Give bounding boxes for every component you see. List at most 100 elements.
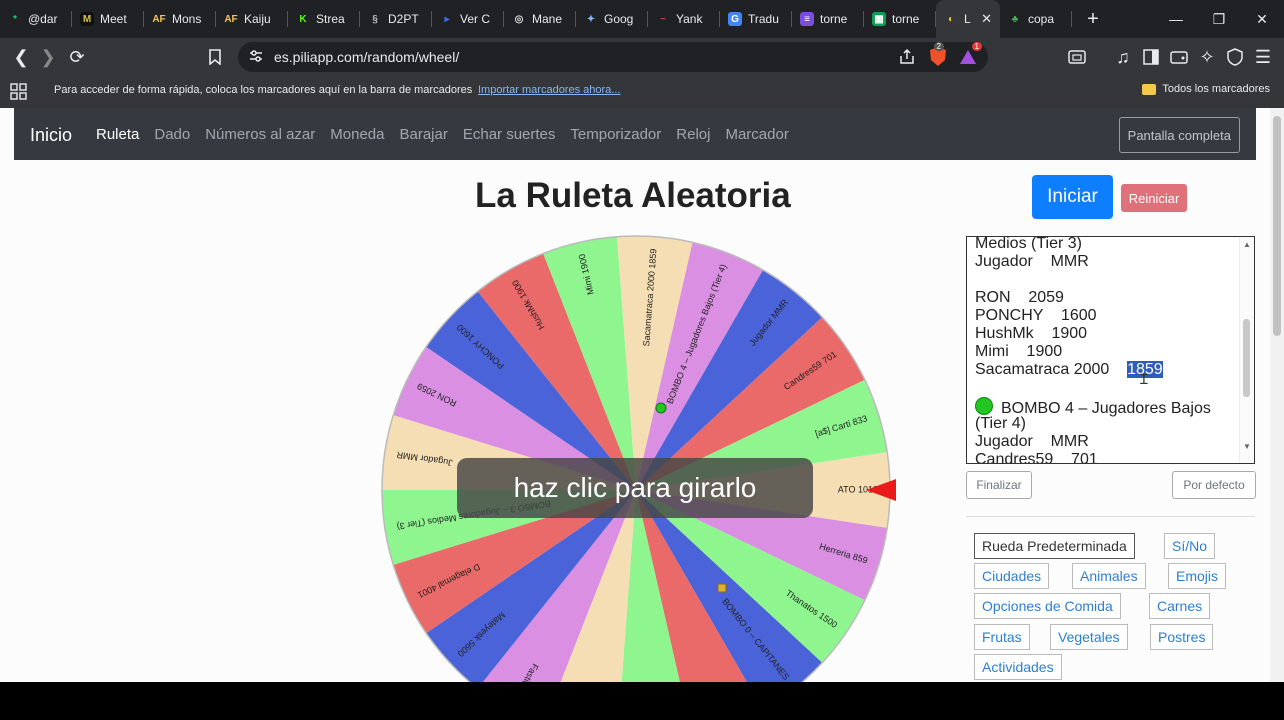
reset-button[interactable]: Reiniciar (1121, 184, 1187, 212)
tab-title: Tradu (748, 12, 779, 26)
finalize-button[interactable]: Finalizar (966, 471, 1032, 499)
nav-link[interactable]: Echar suertes (463, 126, 556, 143)
leo-ai-icon[interactable]: ✧ (1196, 46, 1218, 68)
preset-button[interactable]: Rueda Predeterminada (974, 533, 1135, 559)
reload-icon[interactable]: ⟳ (66, 46, 88, 68)
textarea-scrollbar[interactable]: ▲ ▼ (1239, 237, 1254, 463)
menu-icon[interactable]: ☰ (1252, 46, 1274, 68)
preset-button[interactable]: Vegetales (1050, 624, 1128, 650)
fullscreen-button[interactable]: Pantalla completa (1118, 117, 1240, 153)
nav-link[interactable]: Temporizador (570, 126, 661, 143)
browser-tab[interactable]: K Strea (288, 0, 360, 38)
nav-link[interactable]: Números al azar (205, 126, 315, 143)
browser-tab[interactable]: ~ Yank (648, 0, 720, 38)
entries-textarea[interactable]: Medios (Tier 3) Jugador MMR RON 2059 PONCHY… (966, 236, 1255, 464)
close-tab-icon[interactable]: ✕ (981, 11, 992, 27)
tab-favicon-icon: ~ (660, 13, 666, 25)
browser-tab[interactable]: AF Kaiju (216, 0, 288, 38)
tab-title: copa (1028, 12, 1055, 26)
preset-button[interactable]: Animales (1072, 563, 1146, 589)
entry-line-text: (Tier 4) (975, 415, 1026, 432)
nav-link[interactable]: Barajar (399, 126, 447, 143)
tab-title: Yank (676, 12, 703, 26)
apps-grid-icon[interactable] (10, 83, 27, 105)
entry-line: Jugador MMR (975, 253, 1211, 271)
scroll-up-icon[interactable]: ▲ (1243, 240, 1251, 249)
nav-link[interactable]: Dado (154, 126, 190, 143)
entry-line: (Tier 4) (975, 415, 1211, 433)
tab-strip: * @dar M Meet AF Mons AF Kaiju K Strea § D2PT ▸ Ver C… (0, 0, 1284, 38)
preset-button[interactable]: Frutas (974, 624, 1030, 650)
entries-text: Medios (Tier 3) Jugador MMR RON 2059 PONCHY… (975, 237, 1211, 463)
preset-button[interactable]: Carnes (1149, 593, 1211, 619)
nav-link[interactable]: Ruleta (96, 126, 139, 143)
sidebar-icon[interactable] (1140, 46, 1162, 68)
music-icon[interactable]: ♫ (1112, 46, 1134, 68)
start-button[interactable]: Iniciar (1032, 175, 1113, 219)
close-window-button[interactable]: ✕ (1242, 0, 1282, 38)
section-divider (966, 516, 1255, 517)
tab-title: Meet (100, 12, 127, 26)
nav-link[interactable]: Marcador (725, 126, 788, 143)
address-bar[interactable]: es.piliapp.com/random/wheel/ 2 1 (238, 42, 988, 72)
page-scrollbar[interactable] (1270, 108, 1284, 682)
tab-favicon-icon: ◐ (947, 13, 955, 25)
maximize-button[interactable]: ❐ (1199, 0, 1239, 38)
nav-link[interactable]: Moneda (330, 126, 384, 143)
textarea-scroll-thumb[interactable] (1243, 319, 1250, 397)
new-tab-button[interactable]: + (1082, 8, 1104, 31)
preset-button[interactable]: Opciones de Comida (974, 593, 1121, 619)
forward-arrow-icon[interactable]: ❯ (37, 46, 59, 68)
import-bookmarks-link[interactable]: Importar marcadores ahora... (478, 84, 620, 96)
bookmarks-bar: Para acceder de forma rápida, coloca los… (0, 76, 1284, 109)
spin-hint-overlay[interactable]: haz clic para girarlo (457, 458, 813, 518)
site-brand-link[interactable]: Inicio (30, 125, 72, 146)
share-icon[interactable] (898, 48, 916, 71)
preset-button[interactable]: Postres (1150, 624, 1214, 650)
back-arrow-icon[interactable]: ❮ (10, 46, 32, 68)
tab-search-icon[interactable] (1066, 46, 1088, 68)
page-scroll-thumb[interactable] (1273, 116, 1281, 336)
tab-title: @dar (28, 12, 58, 26)
preset-button[interactable]: Ciudades (974, 563, 1050, 589)
vpn-icon[interactable] (1224, 46, 1246, 68)
browser-tab[interactable]: M Meet (72, 0, 144, 38)
browser-tab[interactable]: ♣ copa (1000, 0, 1072, 38)
browser-tab[interactable]: ≡ torne (792, 0, 864, 38)
preset-button[interactable]: Emojis (1168, 563, 1227, 589)
browser-tab[interactable]: ◐ L ✕ (936, 0, 1000, 38)
browser-tab[interactable]: * @dar (0, 0, 72, 38)
browser-tab[interactable]: ◎ Mane (504, 0, 576, 38)
browser-tab[interactable]: G Tradu (720, 0, 792, 38)
bookmark-icon[interactable] (204, 46, 226, 68)
tab-favicon-icon: ▸ (444, 13, 450, 25)
tab-favicon-icon: ▦ (872, 12, 886, 26)
default-button[interactable]: Por defecto (1172, 471, 1256, 499)
browser-tab[interactable]: ▸ Ver C (432, 0, 504, 38)
tab-separator (1071, 11, 1072, 27)
preset-button[interactable]: Sí/No (1164, 533, 1216, 559)
entry-line-text: Jugador MMR (975, 433, 1089, 450)
nav-link[interactable]: Reloj (676, 126, 710, 143)
tab-favicon-icon: * (13, 13, 17, 25)
screen-bottom-bar (0, 682, 1284, 720)
browser-tab[interactable]: ✦ Goog (576, 0, 648, 38)
site-settings-icon[interactable] (248, 48, 264, 69)
rewards-count-badge: 1 (971, 42, 982, 51)
tab-favicon-icon: AF (152, 13, 166, 25)
tab-favicon-icon: ♣ (1011, 13, 1019, 25)
tab-favicon-icon: AF (224, 13, 238, 25)
entry-line: BOMBO 4 – Jugadores Bajos (975, 397, 1211, 417)
tab-title: L (964, 12, 971, 26)
scroll-down-icon[interactable]: ▼ (1243, 442, 1251, 451)
minimize-button[interactable]: — (1156, 0, 1196, 38)
brave-rewards-icon[interactable] (958, 48, 978, 71)
tab-title: D2PT (388, 12, 419, 26)
browser-tab[interactable]: AF Mons (144, 0, 216, 38)
bookmarks-hint: Para acceder de forma rápida, coloca los… (54, 84, 473, 96)
browser-tab[interactable]: § D2PT (360, 0, 432, 38)
all-bookmarks-button[interactable]: Todos los marcadores (1142, 83, 1270, 95)
wallet-icon[interactable] (1168, 46, 1190, 68)
preset-button[interactable]: Actividades (974, 654, 1062, 680)
browser-tab[interactable]: ▦ torne (864, 0, 936, 38)
